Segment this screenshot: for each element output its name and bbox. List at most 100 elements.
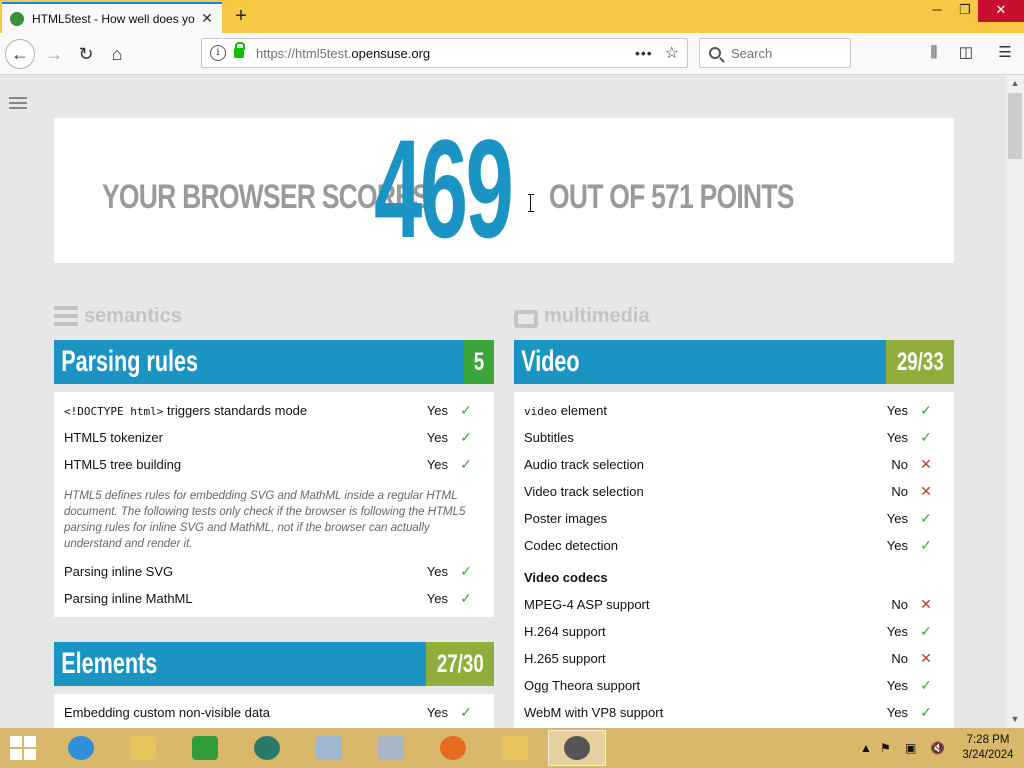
check-icon: ✓: [920, 704, 932, 720]
close-window-button[interactable]: ✕: [978, 0, 1024, 22]
panel-header[interactable]: Elements 27/30: [54, 642, 494, 686]
url-host: opensuse.org: [351, 45, 431, 61]
test-label: video element: [524, 403, 607, 418]
test-result: Yes: [886, 538, 908, 553]
test-row: HTML5 tokenizer Yes ✓: [64, 424, 484, 451]
test-result: Yes: [426, 705, 448, 720]
search-icon: [709, 47, 721, 59]
new-tab-button[interactable]: +: [230, 6, 252, 28]
cross-icon: ✕: [920, 456, 932, 472]
parsing-rules-panel: Parsing rules 5 <!DOCTYPE html> triggers…: [54, 340, 494, 617]
panel-body: Embedding custom non-visible data Yes ✓: [54, 694, 494, 728]
search-field[interactable]: Search: [699, 38, 851, 68]
check-icon: ✓: [460, 456, 472, 472]
disc-app-icon[interactable]: [300, 730, 358, 766]
scroll-up-arrow-icon[interactable]: ▲: [1006, 75, 1024, 92]
tab-close-icon[interactable]: ✕: [200, 10, 214, 27]
test-result: Yes: [426, 564, 448, 579]
installer-icon[interactable]: [362, 730, 420, 766]
back-button[interactable]: ←: [5, 39, 35, 69]
test-label: Poster images: [524, 511, 608, 526]
check-icon: ✓: [920, 510, 932, 526]
network-icon[interactable]: ▣: [905, 728, 916, 768]
test-label: Subtitles: [524, 430, 574, 445]
check-icon: ✓: [920, 402, 932, 418]
video-panel: Video 29/33 video element Yes ✓ Subtitle…: [514, 340, 954, 728]
volume-muted-icon[interactable]: 🔇: [930, 728, 945, 768]
panel-title: Elements: [61, 647, 158, 680]
store-icon[interactable]: [176, 730, 234, 766]
minimize-button[interactable]: ─: [922, 0, 952, 22]
parsing-note: HTML5 defines rules for embedding SVG an…: [64, 490, 466, 550]
test-row: <!DOCTYPE html> triggers standards mode …: [64, 397, 484, 424]
test-result: Yes: [426, 591, 448, 606]
title-bar: HTML5test - How well does yo ✕ + ─ ❐ ✕: [0, 0, 1024, 33]
firefox-icon[interactable]: [424, 730, 482, 766]
test-row: Poster images Yes ✓: [524, 505, 944, 532]
test-row: Codec detection Yes ✓: [524, 532, 944, 559]
tab-title: HTML5test - How well does yo: [32, 11, 195, 26]
score-value: 469: [374, 110, 514, 267]
site-menu-icon[interactable]: [9, 97, 27, 109]
test-label: Ogg Theora support: [524, 678, 641, 693]
tray-overflow-icon[interactable]: ▲: [860, 728, 872, 768]
panel-score: 27/30: [426, 642, 494, 686]
navigation-toolbar: ← → ↻ ⌂ i https://html5test.opensuse.org…: [0, 33, 1024, 75]
sidebar-icon[interactable]: ◫: [956, 43, 976, 63]
url-bar[interactable]: i https://html5test.opensuse.org ••• ☆: [201, 38, 688, 68]
scroll-down-arrow-icon[interactable]: ▼: [1006, 711, 1024, 728]
test-result: No: [891, 457, 908, 472]
search-placeholder: Search: [731, 45, 773, 61]
section-multimedia: multimedia: [514, 305, 650, 328]
test-row: H.264 support Yes ✓: [524, 618, 944, 645]
flag-icon[interactable]: ⚑: [880, 728, 891, 768]
test-result: Yes: [426, 430, 448, 445]
scroll-thumb[interactable]: [1008, 93, 1022, 159]
system-clock[interactable]: 7:28 PM 3/24/2024: [958, 733, 1018, 763]
panel-header[interactable]: Parsing rules 5: [54, 340, 494, 384]
clock-date: 3/24/2024: [962, 749, 1014, 761]
check-icon: ✓: [920, 677, 932, 693]
lock-icon: [234, 42, 245, 58]
page-scrollbar[interactable]: ▲ ▼: [1006, 75, 1024, 728]
reload-button[interactable]: ↻: [72, 40, 100, 68]
test-result: Yes: [886, 403, 908, 418]
clock-time: 7:28 PM: [966, 734, 1010, 746]
test-row: Embedding custom non-visible data Yes ✓: [64, 699, 484, 726]
check-icon: ✓: [920, 537, 932, 553]
cross-icon: ✕: [920, 650, 932, 666]
multimedia-icon: [514, 309, 538, 328]
test-result: Yes: [426, 457, 448, 472]
forward-button[interactable]: →: [40, 40, 68, 68]
menu-icon[interactable]: ☰: [995, 43, 1015, 63]
site-info-icon[interactable]: i: [210, 45, 226, 61]
test-row: HTML5 tree building Yes ✓: [64, 451, 484, 478]
file-explorer-icon[interactable]: [114, 730, 172, 766]
raccoon-app-icon[interactable]: [548, 730, 606, 766]
library-icon[interactable]: ⫼: [924, 43, 944, 63]
page-actions-icon[interactable]: •••: [635, 45, 653, 61]
test-row: MPEG-4 ASP support No ✕: [524, 591, 944, 618]
score-suffix: OUT OF 571 POINTS: [549, 178, 794, 216]
bookmark-star-icon[interactable]: ☆: [665, 43, 679, 63]
folder-icon[interactable]: [486, 730, 544, 766]
test-label: Codec detection: [524, 538, 618, 553]
panel-body: video element Yes ✓ Subtitles Yes ✓ Audi…: [514, 392, 954, 728]
panel-score: 5: [464, 340, 494, 384]
url-text[interactable]: https://html5test.opensuse.org: [256, 46, 430, 61]
test-result: No: [891, 484, 908, 499]
browser-tab[interactable]: HTML5test - How well does yo ✕: [2, 2, 222, 33]
section-multimedia-label: multimedia: [544, 305, 650, 327]
media-app-icon[interactable]: [238, 730, 296, 766]
maximize-button[interactable]: ❐: [950, 0, 980, 22]
elements-panel: Elements 27/30 Embedding custom non-visi…: [54, 642, 494, 728]
panel-title: Video: [521, 345, 580, 378]
test-label: H.265 support: [524, 651, 606, 666]
test-result: Yes: [886, 678, 908, 693]
test-row: video element Yes ✓: [524, 397, 944, 424]
panel-header[interactable]: Video 29/33: [514, 340, 954, 384]
internet-explorer-icon[interactable]: [52, 730, 110, 766]
home-button[interactable]: ⌂: [103, 40, 131, 68]
test-label: HTML5 tree building: [64, 457, 182, 472]
start-button[interactable]: [10, 736, 38, 760]
